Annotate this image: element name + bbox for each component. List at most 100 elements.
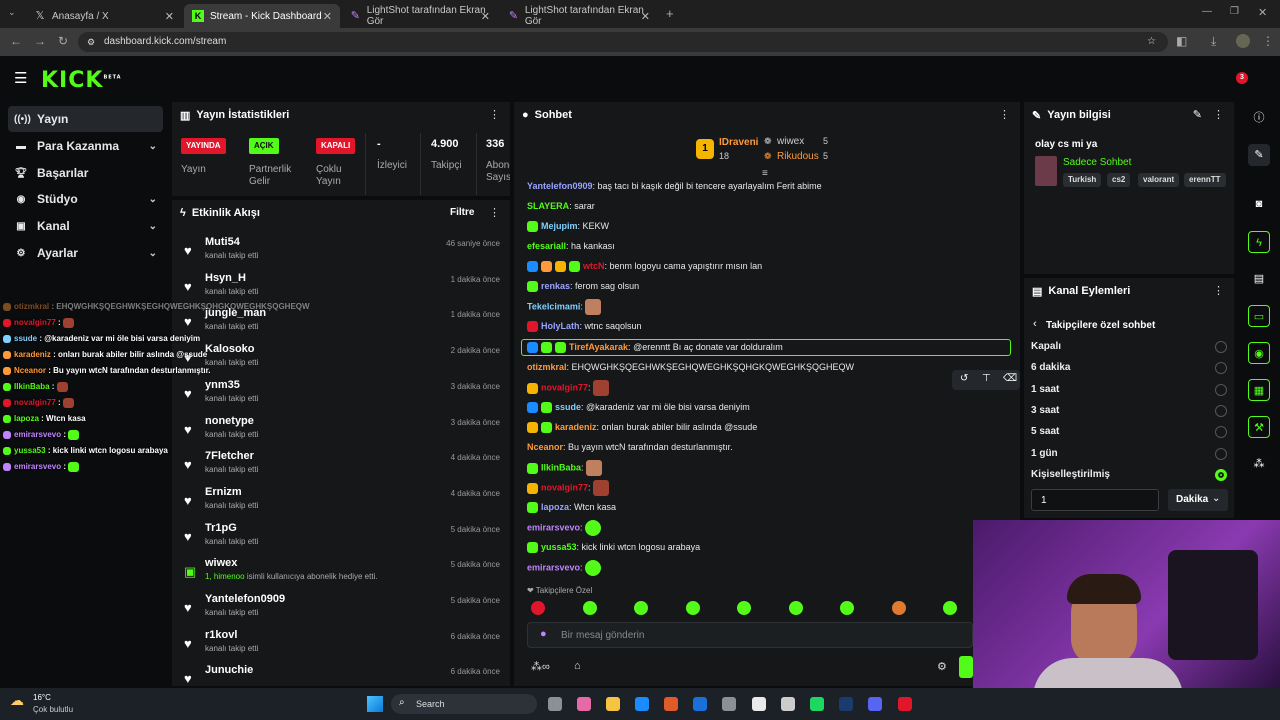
profile-avatar[interactable] (1236, 34, 1250, 48)
activity-item[interactable]: ♥ Muti54 kanalı takip etti 46 saniye önce (172, 235, 510, 271)
custom-duration-input[interactable]: 1 (1031, 489, 1159, 511)
chat-input[interactable]: ● Bir mesaj gönderin (527, 622, 973, 648)
close-tab-icon[interactable]: ✕ (481, 10, 490, 23)
activity-item[interactable]: ♥ ynm35 kanalı takip etti 3 dakika önce (172, 378, 510, 414)
taskbar-app-icon[interactable] (606, 697, 620, 711)
chat-message[interactable]: lapoza: Wtcn kasa (527, 500, 616, 514)
timeout-icon[interactable]: ↺ (960, 373, 968, 384)
close-tab-icon[interactable]: ✕ (641, 10, 650, 23)
stream-category[interactable]: Sadece Sohbet (1063, 157, 1131, 168)
chat-username[interactable]: Nceanor (527, 442, 563, 452)
panel-menu-icon[interactable]: ⋮ (489, 206, 500, 219)
site-info-icon[interactable]: ⚙ (87, 32, 95, 52)
chat-username[interactable]: lapoza (541, 502, 569, 512)
nav-item-yayin[interactable]: ((•)) Yayın (8, 106, 163, 132)
follower-mode-option[interactable]: Kapalı (1031, 341, 1061, 352)
activity-username[interactable]: ynm35 (205, 379, 240, 391)
nav-item-basarilar[interactable]: 🏆︎ Başarılar (8, 160, 163, 186)
forward-icon[interactable]: → (34, 34, 46, 48)
url-input[interactable]: ⚙ dashboard.kick.com/stream ☆ (78, 32, 1168, 52)
activity-username[interactable]: Muti54 (205, 236, 240, 248)
browser-tab-kick[interactable]: K Stream - Kick Dashboard ✕ (184, 4, 340, 28)
chat-message[interactable]: wtcN: benm logoyu cama yapıştırır mısın … (527, 259, 762, 273)
kick-logo[interactable]: KICKBETA (41, 68, 122, 93)
filter-button[interactable]: Filtre (450, 207, 474, 218)
chat-message[interactable]: efesariall: ha kankası (527, 239, 615, 253)
chat-message[interactable]: karadeniz: onları burak abiler bilir asl… (527, 420, 757, 434)
leaderboard-user[interactable]: wiwex (777, 136, 804, 147)
radio-button[interactable] (1215, 447, 1227, 460)
activity-item[interactable]: ♥ Ernizm kanalı takip etti 4 dakika önce (172, 485, 510, 521)
follower-mode-option[interactable]: 6 dakika (1031, 362, 1070, 373)
chat-message[interactable]: renkas: ferom sag olsun (527, 279, 639, 293)
activity-item[interactable]: ▣ wiwex 1, himenoo isimli kullanıcıya abon… (172, 556, 510, 592)
browser-tab-lightshot-2[interactable]: ✎ LightShot tarafından Ekran Gör ✕ (500, 4, 658, 28)
chat-username[interactable]: ssude (555, 402, 581, 412)
document-icon[interactable]: ▤ (1248, 268, 1270, 290)
nav-item-kanal[interactable]: ▣ Kanal ⌄ (8, 213, 163, 239)
activity-item[interactable]: ♥ Kalosoko kanalı takip etti 2 dakika önce (172, 342, 510, 378)
radio-button[interactable] (1215, 468, 1227, 481)
taskbar-app-icon[interactable] (722, 697, 736, 711)
emote-icon[interactable] (788, 601, 803, 615)
window-close-icon[interactable]: ✕ (1258, 6, 1267, 19)
back-icon[interactable]: ← (10, 34, 22, 48)
radio-button[interactable] (1215, 341, 1227, 353)
chat-message[interactable]: yussa53: kick linki wtcn logosu arabaya (527, 540, 700, 554)
taskbar-app-icon[interactable] (664, 697, 678, 711)
chat-tools-icon[interactable]: ⁂∞ (531, 660, 550, 673)
follower-mode-option[interactable]: Kişiselleştirilmiş (1031, 469, 1110, 480)
duration-unit-select[interactable]: Dakika ⌄ (1168, 489, 1228, 511)
maximize-icon[interactable]: ❐ (1230, 6, 1239, 17)
chat-username[interactable]: Tekelcimami (527, 301, 580, 311)
chat-username[interactable]: yussa53 (541, 542, 577, 552)
chat-message[interactable]: novalgin77: (527, 480, 611, 496)
taskbar-app-icon[interactable] (635, 697, 649, 711)
store-icon[interactable]: ⌂ (574, 660, 581, 672)
nav-item-studyo[interactable]: ◉ Stüdyo ⌄ (8, 186, 163, 212)
wrench-icon[interactable]: ⚒ (1248, 416, 1270, 438)
chat-username[interactable]: novalgin77 (541, 482, 588, 492)
panel-menu-icon[interactable]: ⋮ (489, 108, 500, 121)
layout-icon[interactable]: ▦ (1248, 379, 1270, 401)
taskbar-app-icon[interactable] (810, 697, 824, 711)
taskbar-app-icon[interactable] (577, 697, 591, 711)
pin-icon[interactable]: ⊤ (982, 373, 991, 384)
close-tab-icon[interactable]: ✕ (323, 10, 332, 23)
chat-message[interactable]: Mejupim: KEKW (527, 219, 609, 233)
chat-message[interactable]: Nceanor: Bu yayın wtcN tarafından destur… (527, 440, 733, 454)
radio-button[interactable] (1215, 383, 1227, 396)
taskbar-app-icon[interactable] (839, 697, 853, 711)
taskbar-app-icon[interactable] (548, 697, 562, 711)
activity-username[interactable]: Kalosoko (205, 343, 255, 355)
microphone-icon[interactable]: ● (540, 628, 547, 640)
back-arrow-icon[interactable]: ‹ (1033, 318, 1037, 330)
chat-message[interactable]: HolyLath: wtnc saqolsun (527, 319, 642, 333)
activity-item[interactable]: ♥ nonetype kanalı takip etti 3 dakika önce (172, 414, 510, 450)
activity-username[interactable]: wiwex (205, 557, 237, 569)
emote-icon[interactable] (840, 601, 854, 615)
download-icon[interactable]: ⤓ (1211, 34, 1216, 49)
chat-username[interactable]: TirefAyakarak (569, 342, 628, 352)
broadcast-icon[interactable]: ◉ (1248, 342, 1270, 364)
activity-username[interactable]: r1kovl (205, 629, 237, 641)
chat-message[interactable]: otizmkral: EHQWGHKŞQEGHWKŞEGHQWEGHKŞQHGK… (527, 360, 854, 374)
send-button[interactable] (959, 656, 973, 678)
leaderboard-user[interactable]: Rikudous (777, 151, 819, 162)
panel-menu-icon[interactable]: ⋮ (999, 108, 1010, 121)
camera-icon[interactable]: ◙ (1248, 193, 1270, 215)
new-tab-icon[interactable]: + (666, 6, 674, 21)
edit-icon[interactable]: ✎ (1248, 144, 1270, 166)
emote-icon[interactable] (891, 601, 906, 615)
info-icon[interactable]: ⓘ (1248, 107, 1270, 129)
taskbar-search[interactable]: ⌕ Search (391, 694, 537, 714)
chat-message[interactable]: TirefAyakarak: @erenntt Bı aç donate var… (527, 340, 783, 354)
chat-message[interactable]: emirarsvevo: (527, 520, 603, 536)
activity-username[interactable]: Hsyn_H (205, 272, 246, 284)
activity-item[interactable]: ♥ r1kovl kanalı takip etti 6 dakika önce (172, 628, 510, 664)
follower-mode-option[interactable]: 1 gün (1031, 448, 1058, 459)
hamburger-menu-icon[interactable]: ☰ (14, 69, 27, 87)
close-tab-icon[interactable]: ✕ (165, 10, 174, 23)
delete-icon[interactable]: ⌫ (1003, 373, 1017, 384)
panel-menu-icon[interactable]: ⋮ (1213, 284, 1224, 297)
